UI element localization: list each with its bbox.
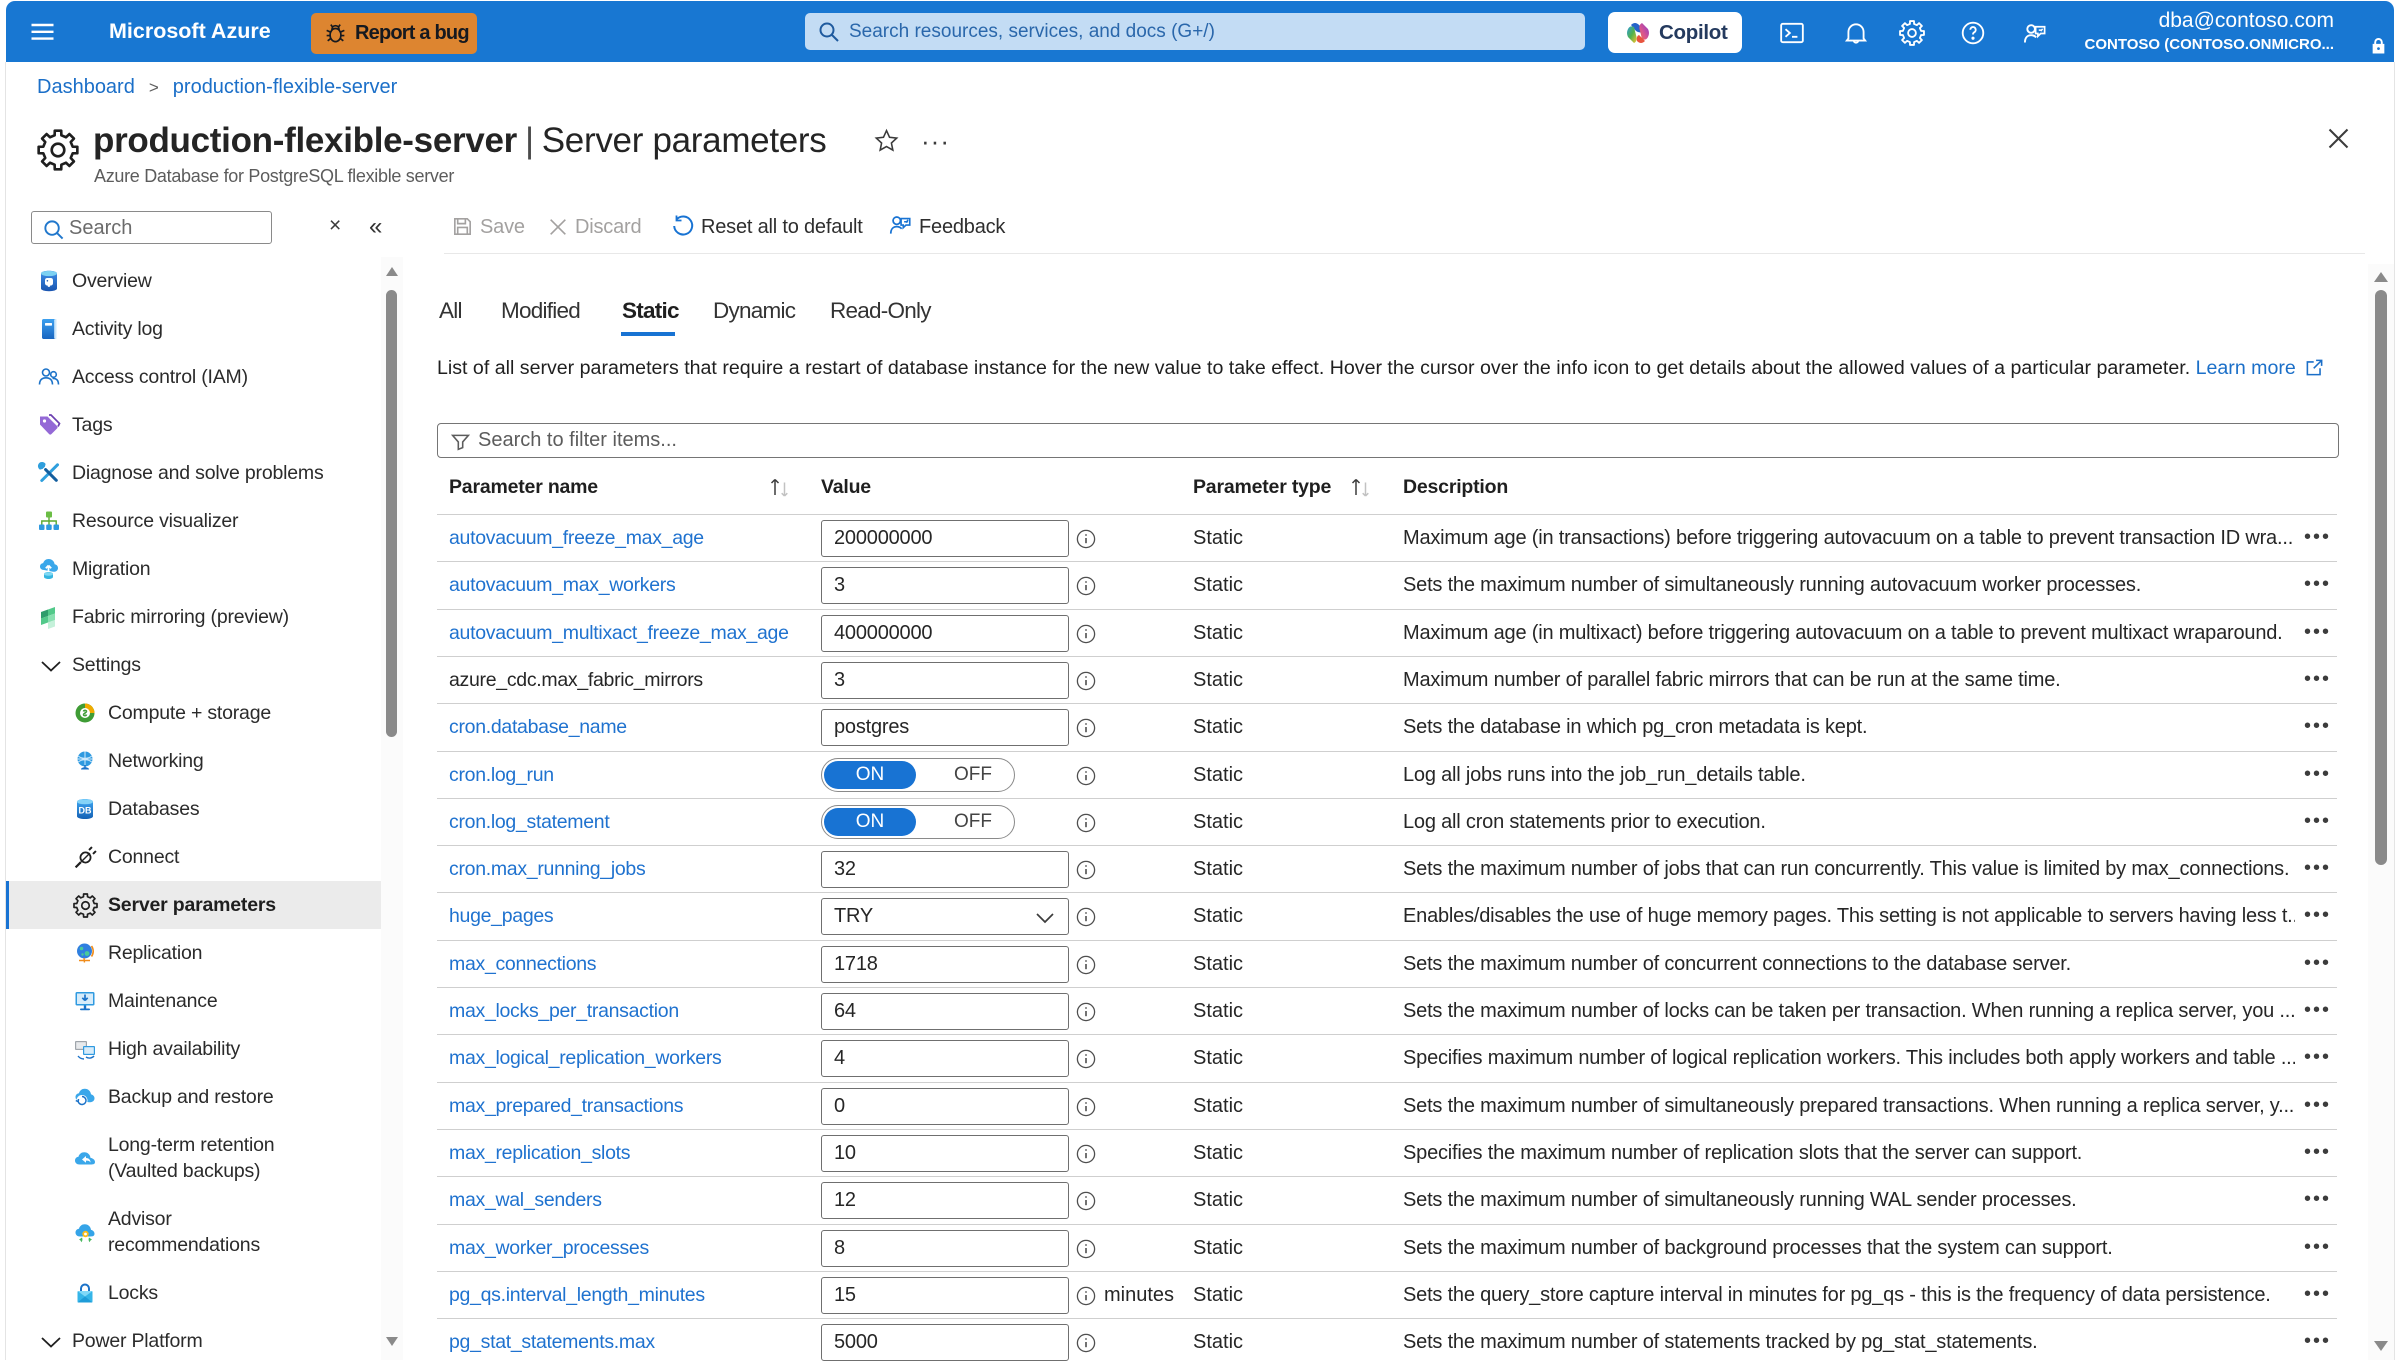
svg-text:DB: DB [79, 806, 92, 816]
